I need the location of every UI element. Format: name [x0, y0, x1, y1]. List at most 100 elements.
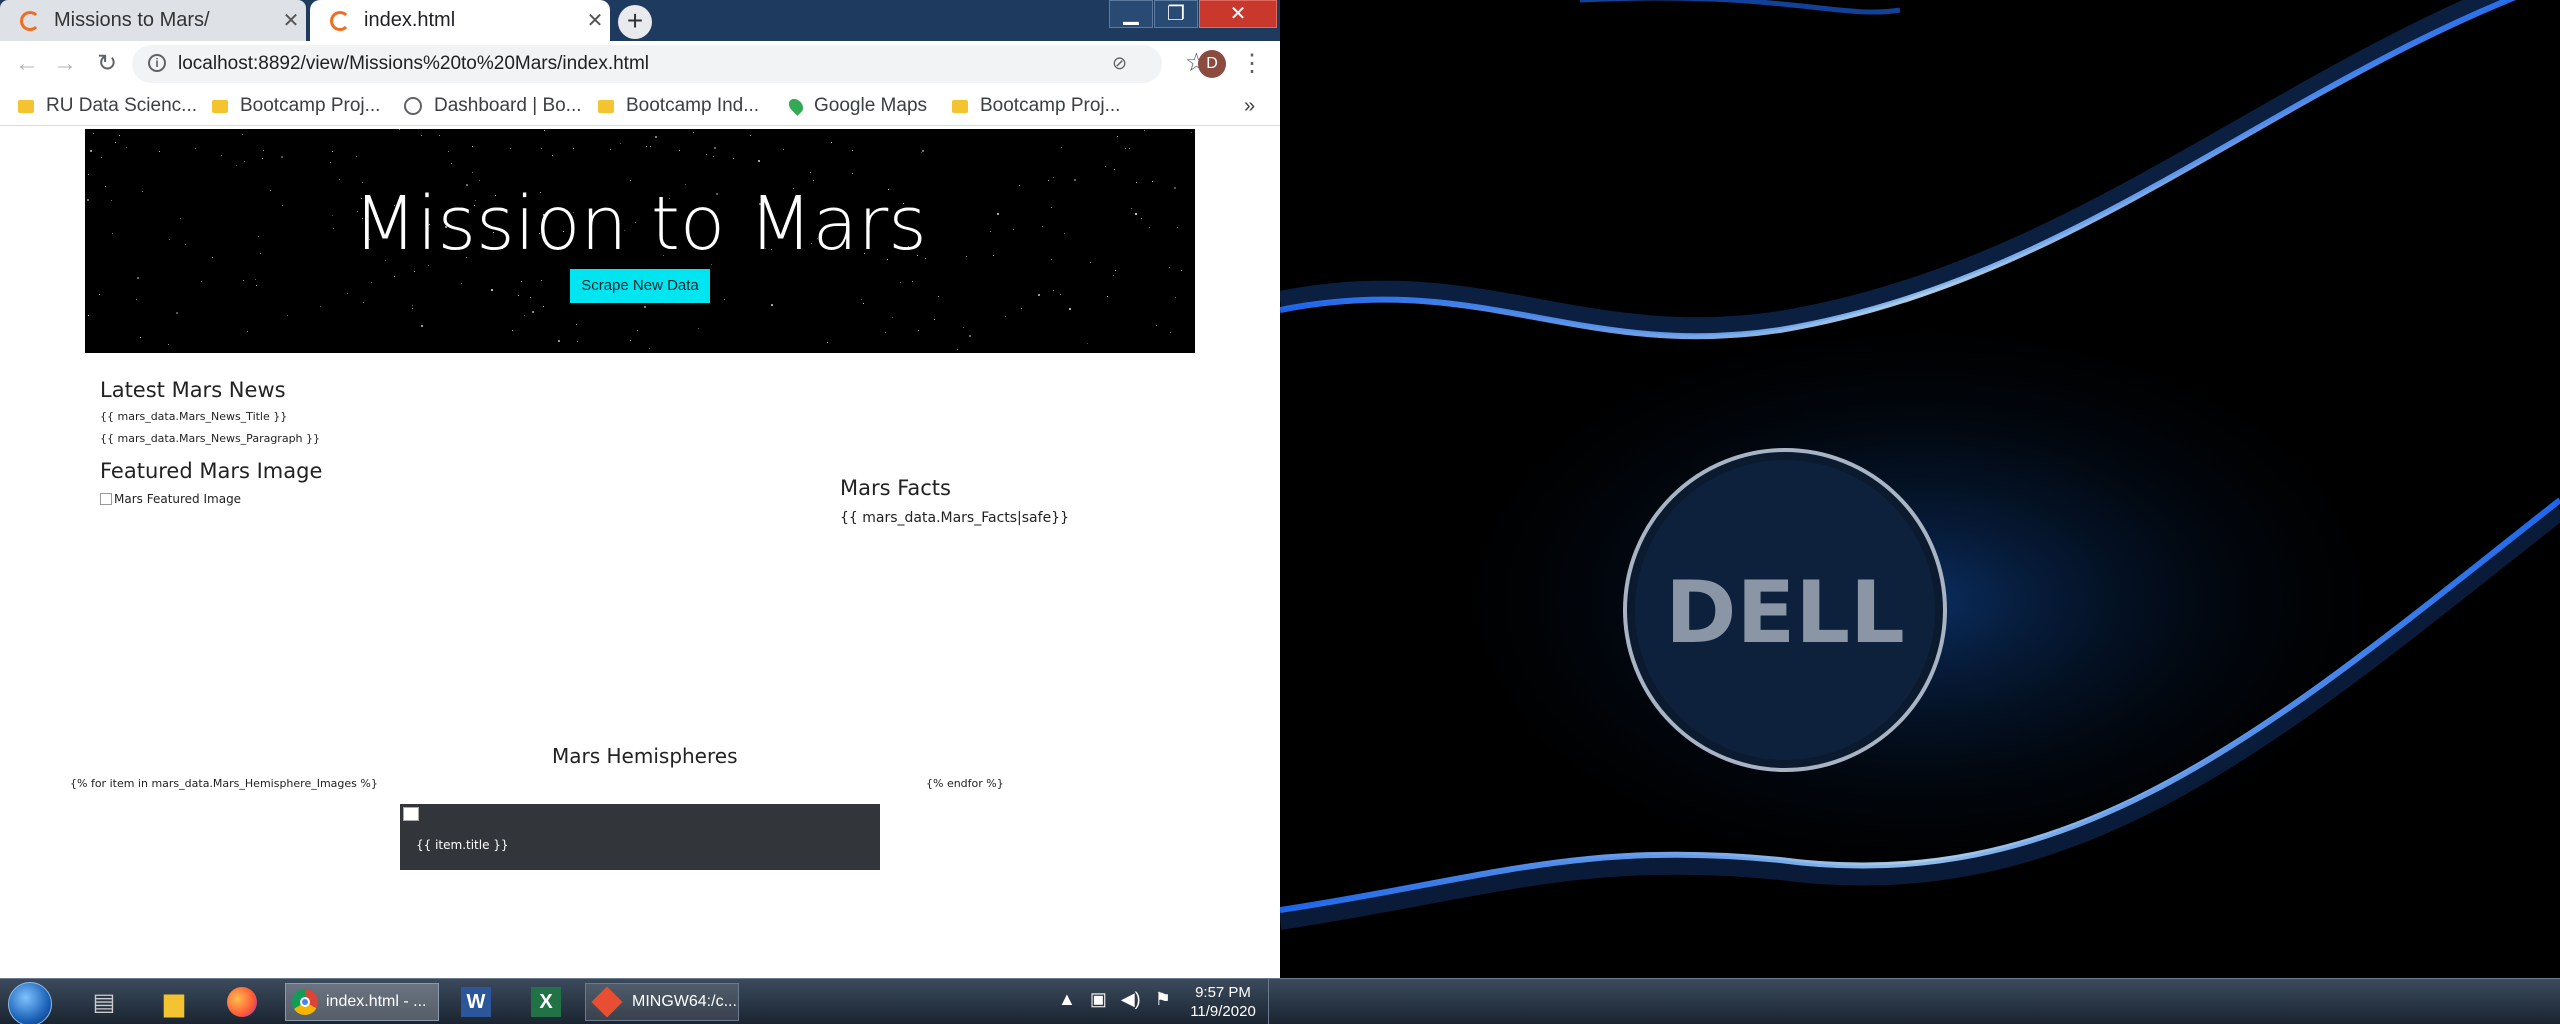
tab-missions-to-mars[interactable]: Missions to Mars/ ✕: [0, 0, 306, 41]
new-tab-button[interactable]: +: [618, 5, 652, 39]
star-dot: [339, 179, 340, 180]
info-icon[interactable]: i: [148, 54, 166, 72]
minimize-button[interactable]: ▁: [1109, 0, 1153, 28]
star-dot: [644, 306, 646, 308]
kebab-menu-icon[interactable]: ⋮: [1240, 49, 1264, 78]
hero-banner: Mission to Mars Scrape New Data: [85, 129, 1195, 353]
star-dot: [1117, 136, 1118, 137]
browser-window: Missions to Mars/ ✕ index.html ✕ + ▁ ❐ ✕…: [0, 0, 1280, 978]
excel-logo-icon: X: [531, 987, 561, 1017]
volume-icon[interactable]: ◀): [1121, 989, 1141, 1010]
taskbar-chrome-window[interactable]: index.html - ...: [285, 983, 439, 1021]
news-title: {{ mars_data.Mars_News_Title }}: [100, 410, 288, 423]
star-dot: [99, 294, 100, 295]
star-dot: [530, 297, 531, 298]
star-dot: [922, 150, 924, 152]
loading-spinner-icon: [330, 10, 350, 31]
file-manager-icon[interactable]: ▤: [84, 983, 124, 1021]
star-dot: [892, 317, 893, 318]
star-dot: [243, 280, 244, 281]
star-dot: [750, 135, 751, 136]
more-bookmarks-icon[interactable]: »: [1244, 93, 1255, 119]
star-dot: [649, 348, 650, 349]
star-dot: [610, 149, 611, 150]
star-dot: [287, 315, 288, 316]
hemispheres-heading: Mars Hemispheres: [552, 744, 738, 768]
bookmark-label: Bootcamp Proj...: [980, 95, 1121, 116]
flag-icon[interactable]: ⚑: [1155, 989, 1171, 1010]
chrome-icon: [292, 989, 318, 1015]
show-hidden-icons-icon[interactable]: ▲: [1058, 989, 1076, 1010]
folder-icon: [18, 99, 34, 113]
star-dot: [115, 142, 116, 143]
star-dot: [1114, 169, 1115, 170]
star-dot: [912, 281, 913, 282]
star-dot: [1038, 294, 1040, 296]
star-dot: [543, 306, 544, 307]
star-dot: [451, 163, 452, 164]
star-dot: [242, 134, 243, 135]
star-dot: [1181, 270, 1182, 271]
start-button[interactable]: [8, 982, 52, 1024]
star-dot: [347, 293, 348, 294]
eye-slash-icon[interactable]: ⊘: [1112, 53, 1127, 74]
star-dot: [1175, 297, 1176, 298]
profile-avatar[interactable]: D: [1198, 50, 1226, 78]
bookmark-item[interactable]: Bootcamp Proj...: [212, 93, 380, 119]
taskbar-window-label: index.html - ...: [326, 993, 427, 1010]
star-dot: [101, 157, 102, 158]
star-dot: [221, 155, 222, 156]
star-dot: [831, 142, 832, 143]
taskbar-mingw-window[interactable]: MINGW64:/c...: [585, 983, 739, 1021]
excel-icon[interactable]: X: [524, 983, 568, 1021]
star-dot: [552, 155, 553, 156]
show-desktop-button[interactable]: [1268, 979, 1281, 1024]
close-tab-icon[interactable]: ✕: [276, 8, 306, 33]
star-dot: [771, 304, 773, 306]
star-dot: [620, 143, 621, 144]
star-dot: [1191, 132, 1192, 133]
star-dot: [247, 331, 248, 332]
tab-title: index.html: [364, 9, 456, 31]
star-dot: [713, 156, 714, 157]
url-text[interactable]: localhost:8892/view/Missions%20to%20Mars…: [178, 53, 649, 75]
bookmark-item[interactable]: RU Data Scienc...: [18, 93, 197, 119]
star-dot: [1129, 148, 1130, 149]
star-dot: [852, 150, 853, 151]
scrape-new-data-button[interactable]: Scrape New Data: [570, 269, 710, 303]
clock-time: 9:57 PM: [1195, 984, 1251, 1001]
close-window-button[interactable]: ✕: [1199, 0, 1277, 28]
mars-facts-heading: Mars Facts: [840, 476, 951, 500]
bookmark-item[interactable]: Dashboard | Bo...: [404, 93, 582, 119]
star-dot: [394, 276, 395, 277]
bookmark-item[interactable]: Bootcamp Proj...: [952, 93, 1120, 119]
tab-index-html[interactable]: index.html ✕: [310, 0, 610, 41]
forward-button[interactable]: →: [48, 47, 82, 81]
network-icon[interactable]: ▣: [1090, 989, 1107, 1010]
bookmark-item[interactable]: Google Maps: [786, 93, 928, 119]
star-dot: [637, 330, 638, 331]
bookmark-label: Google Maps: [814, 95, 928, 116]
bookmark-item[interactable]: Bootcamp Ind...: [598, 93, 759, 119]
close-tab-icon[interactable]: ✕: [580, 8, 610, 33]
star-dot: [810, 172, 811, 173]
star-dot: [363, 302, 364, 303]
firefox-icon[interactable]: [220, 983, 264, 1021]
back-button[interactable]: ←: [10, 47, 44, 81]
reload-button[interactable]: ↻: [90, 47, 124, 81]
taskbar-window-label: MINGW64:/c...: [632, 993, 737, 1010]
star-dot: [371, 282, 372, 283]
explorer-folder-icon[interactable]: ▆: [152, 983, 196, 1021]
star-dot: [1156, 325, 1157, 326]
star-dot: [439, 135, 440, 136]
clock[interactable]: 9:57 PM 11/9/2020: [1178, 983, 1268, 1021]
star-dot: [863, 303, 864, 304]
bookmark-label: Dashboard | Bo...: [434, 95, 582, 116]
maximize-button[interactable]: ❐: [1154, 0, 1198, 28]
word-icon[interactable]: W: [454, 983, 498, 1021]
star-dot: [969, 335, 971, 337]
address-bar[interactable]: i localhost:8892/view/Missions%20to%20Ma…: [132, 45, 1208, 83]
star-dot: [1060, 294, 1061, 295]
system-tray: ▲ ▣ ◀) ⚑: [1058, 989, 1171, 1010]
star-dot: [934, 319, 935, 320]
